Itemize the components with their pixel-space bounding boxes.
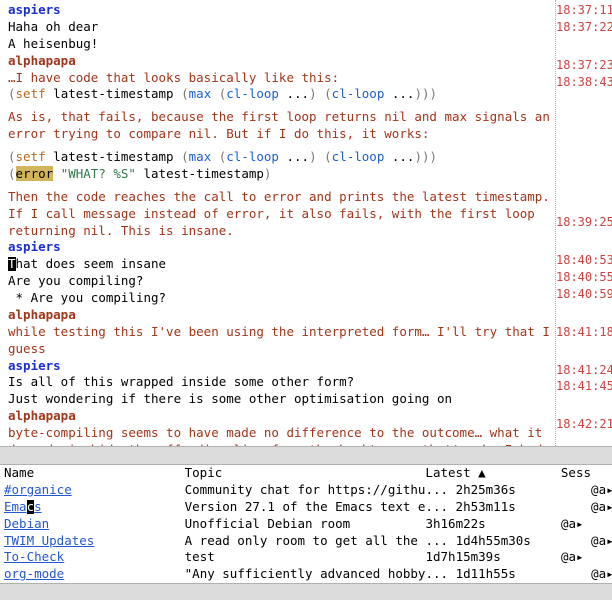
room-row[interactable]: TWIM Updates A read only room to get all… (4, 533, 608, 550)
code-frag: latest-timestamp (46, 149, 181, 164)
code-frag: ) (264, 166, 272, 181)
message-line: Is all of this wrapped inside some other… (8, 374, 554, 391)
code-frag: ( (8, 166, 16, 181)
room-session: @a▸ (591, 482, 612, 497)
message-line: Are you compiling? (8, 273, 554, 290)
code-frag: ) (430, 149, 438, 164)
code-frag (317, 86, 325, 101)
room-row[interactable]: To-Check test 1d7h15m39s @a▸ (4, 549, 608, 566)
room-session: @a▸ (591, 499, 612, 514)
rooms-header[interactable]: Name Topic Latest ▲ Sess (4, 465, 608, 482)
code-frag: ( (324, 149, 332, 164)
code-frag: ) (414, 86, 422, 101)
code-frag: setf (16, 149, 46, 164)
code-frag: max (189, 86, 212, 101)
code-frag: ( (324, 86, 332, 101)
code-frag: ... (279, 86, 309, 101)
message-line: As is, that fails, because the first loo… (8, 109, 554, 143)
nick-aspiers: aspiers (8, 2, 554, 19)
code-frag: cl-loop (332, 149, 385, 164)
message-line: Just wondering if there is some other op… (8, 391, 554, 408)
room-latest: 3h16m22s (425, 516, 485, 531)
room-topic: test (185, 549, 215, 564)
room-topic: "Any sufficiently advanced hobby... (185, 566, 448, 581)
nick-aspiers: aspiers (8, 239, 554, 256)
message-line: (error "WHAT? %S" latest-timestamp) (8, 166, 554, 183)
room-latest: 2h25m36s (456, 482, 516, 497)
code-frag: ( (181, 149, 189, 164)
room-name[interactable]: #organice (4, 482, 72, 497)
code-frag: max (189, 149, 212, 164)
text-cursor: T (8, 257, 16, 271)
room-row[interactable]: Debian Unofficial Debian room 3h16m22s @… (4, 516, 608, 533)
code-frag: setf (16, 86, 46, 101)
code-frag: ... (279, 149, 309, 164)
room-latest: 1d4h55m30s (456, 533, 531, 548)
modeline-chat: U:%*- *Ement Room: Emacs* 13% L25 (Ement… (0, 446, 612, 465)
message-line: (setf latest-timestamp (max (cl-loop ...… (8, 86, 554, 103)
room-name[interactable]: Debian (4, 516, 49, 531)
code-frag (211, 86, 219, 101)
message-line: A heisenbug! (8, 36, 554, 53)
nick-alphapapa: alphapapa (8, 408, 554, 425)
room-name[interactable]: To-Check (4, 549, 64, 564)
room-row[interactable]: #organice Community chat for https://git… (4, 482, 608, 499)
room-row[interactable]: Emacs Version 27.1 of the Emacs text e..… (4, 499, 608, 516)
code-frag: ) (422, 149, 430, 164)
code-frag (317, 149, 325, 164)
room-topic: A read only room to get all the ... (185, 533, 448, 548)
code-frag: ) (430, 86, 438, 101)
room-name[interactable]: Emacs (4, 499, 42, 514)
room-latest: 1d11h55s (456, 566, 516, 581)
code-frag: ... (384, 149, 414, 164)
nick-alphapapa: alphapapa (8, 307, 554, 324)
code-frag: cl-loop (226, 86, 279, 101)
room-topic: Community chat for https://githu... (185, 482, 448, 497)
message-line: Haha oh dear (8, 19, 554, 36)
room-name[interactable]: TWIM Updates (4, 533, 94, 548)
room-session: @a▸ (591, 566, 612, 581)
room-session: @a▸ (591, 533, 612, 548)
room-topic: Unofficial Debian room (185, 516, 351, 531)
code-frag: cl-loop (226, 149, 279, 164)
code-frag: cl-loop (332, 86, 385, 101)
message-list: aspiersHaha oh dearA heisenbug!alphapapa… (0, 0, 612, 446)
room-session: @a▸ (561, 549, 584, 564)
message-line: byte-compiling seems to have made no dif… (8, 425, 554, 446)
chat-pane: aspiersHaha oh dearA heisenbug!alphapapa… (0, 0, 612, 446)
code-frag: "WHAT? %S" (61, 166, 136, 181)
code-frag: ) (309, 86, 317, 101)
code-frag (53, 166, 61, 181)
modeline-rooms: U:%%- *Ement Rooms* 13% L7 (Ement room l… (0, 583, 612, 600)
message-line: Then the code reaches the call to error … (8, 189, 554, 206)
nick-aspiers: aspiers (8, 358, 554, 375)
code-frag: ( (8, 149, 16, 164)
message-line: If I call message instead of error, it a… (8, 206, 554, 240)
code-frag: error (16, 166, 54, 181)
message-line: while testing this I've been using the i… (8, 324, 554, 358)
code-frag: ( (8, 86, 16, 101)
message-line: That does seem insane (8, 256, 554, 273)
room-topic: Version 27.1 of the Emacs text e... (185, 499, 448, 514)
code-frag: latest-timestamp (46, 86, 181, 101)
message-line: (setf latest-timestamp (max (cl-loop ...… (8, 149, 554, 166)
message-line: …I have code that looks basically like t… (8, 70, 554, 87)
code-frag: ) (422, 86, 430, 101)
room-row[interactable]: org-mode "Any sufficiently advanced hobb… (4, 566, 608, 583)
room-latest: 2h53m11s (456, 499, 516, 514)
nick-alphapapa: alphapapa (8, 53, 554, 70)
code-frag: ... (384, 86, 414, 101)
room-session: @a▸ (561, 516, 584, 531)
code-frag: ( (181, 86, 189, 101)
rooms-pane: Name Topic Latest ▲ Sess #organice Commu… (0, 465, 612, 583)
rooms-body: #organice Community chat for https://git… (4, 482, 608, 583)
code-frag: ) (414, 149, 422, 164)
code-frag: latest-timestamp (136, 166, 264, 181)
message-line: * Are you compiling? (8, 290, 554, 307)
room-name[interactable]: org-mode (4, 566, 64, 581)
room-latest: 1d7h15m39s (425, 549, 500, 564)
code-frag (211, 149, 219, 164)
code-frag: ) (309, 149, 317, 164)
text-cursor: c (27, 500, 35, 514)
